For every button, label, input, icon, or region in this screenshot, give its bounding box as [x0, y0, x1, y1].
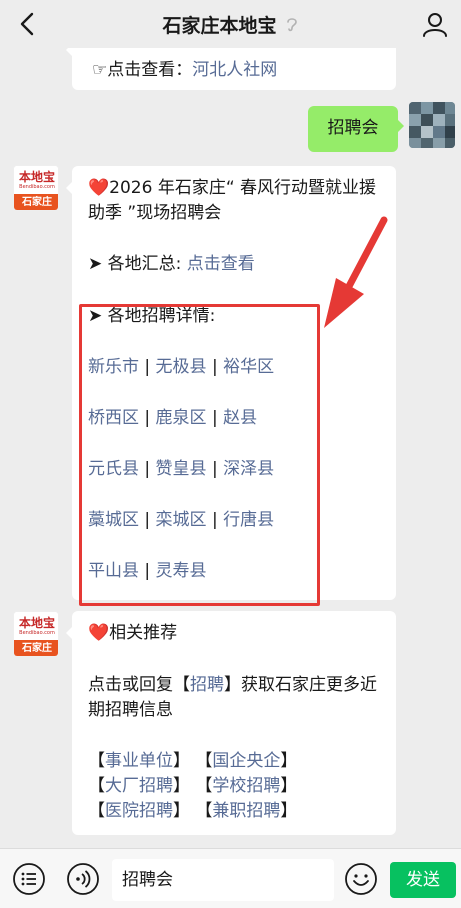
logo-text: 本地宝 [18, 615, 55, 630]
tag-link[interactable]: 大厂招聘 [105, 776, 173, 796]
chat-header: 石家庄本地宝 [0, 0, 461, 48]
related-message: ❤️相关推荐 点击或回复【招聘】获取石家庄更多近期招聘信息 【事业单位】 【国企… [66, 611, 396, 835]
send-button[interactable]: 发送 [390, 862, 456, 898]
profile-icon[interactable] [421, 10, 449, 38]
highlight-box [79, 304, 320, 606]
user-message-text: 招聘会 [327, 118, 379, 138]
tag-link[interactable]: 学校招聘 [212, 776, 280, 796]
logo-text: 本地宝 [18, 169, 55, 184]
red-arrow-icon [324, 216, 388, 328]
message-input[interactable]: 招聘会 [112, 859, 334, 901]
tag-row: 【事业单位】 【国企央企】 [88, 751, 298, 771]
message-bubble-top[interactable]: ☞点击查看：河北人社网 [66, 48, 396, 90]
user-avatar[interactable] [409, 102, 455, 148]
ear-icon [285, 15, 299, 33]
tag-link[interactable]: 医院招聘 [105, 801, 173, 821]
tag-link[interactable]: 兼职招聘 [212, 801, 280, 821]
chat-title: 石家庄本地宝 [162, 14, 277, 37]
input-bar: 招聘会 发送 [0, 848, 461, 908]
hebei-renshe-link[interactable]: 河北人社网 [192, 60, 277, 80]
related-title: 相关推荐 [109, 623, 178, 643]
recruit-link[interactable]: 招聘 [190, 675, 224, 695]
heart-icon: ❤️ [88, 178, 110, 198]
emoji-icon[interactable] [344, 862, 378, 896]
voice-icon[interactable] [66, 862, 100, 896]
logo-city: 石家庄 [14, 640, 58, 656]
summary-link[interactable]: 点击查看 [187, 254, 255, 274]
tag-row: 【医院招聘】 【兼职招聘】 [88, 801, 298, 821]
bendibao-avatar[interactable]: 本地宝 Bendibao.com 石家庄 [13, 165, 59, 211]
chat-area: ☞点击查看：河北人社网 招聘会 本地宝 Bendibao.com 石家庄 ❤️2… [0, 48, 461, 848]
related-desc: 点击或回复【招聘】获取石家庄更多近期招聘信息 [88, 675, 377, 720]
menu-icon[interactable] [12, 862, 46, 896]
summary-label: ➤ 各地汇总: [88, 254, 182, 274]
logo-subtext: Bendibao.com [19, 183, 55, 190]
tag-link[interactable]: 事业单位 [105, 751, 173, 771]
user-message-bubble[interactable]: 招聘会 [308, 106, 404, 152]
tag-row: 【大厂招聘】 【学校招聘】 [88, 776, 298, 796]
logo-city: 石家庄 [14, 194, 58, 210]
bendibao-avatar[interactable]: 本地宝 Bendibao.com 石家庄 [13, 611, 59, 657]
message-text: ☞点击查看： [92, 60, 193, 80]
heart-icon: ❤️ [88, 623, 110, 643]
logo-subtext: Bendibao.com [19, 629, 55, 636]
tag-link[interactable]: 国企央企 [212, 751, 280, 771]
